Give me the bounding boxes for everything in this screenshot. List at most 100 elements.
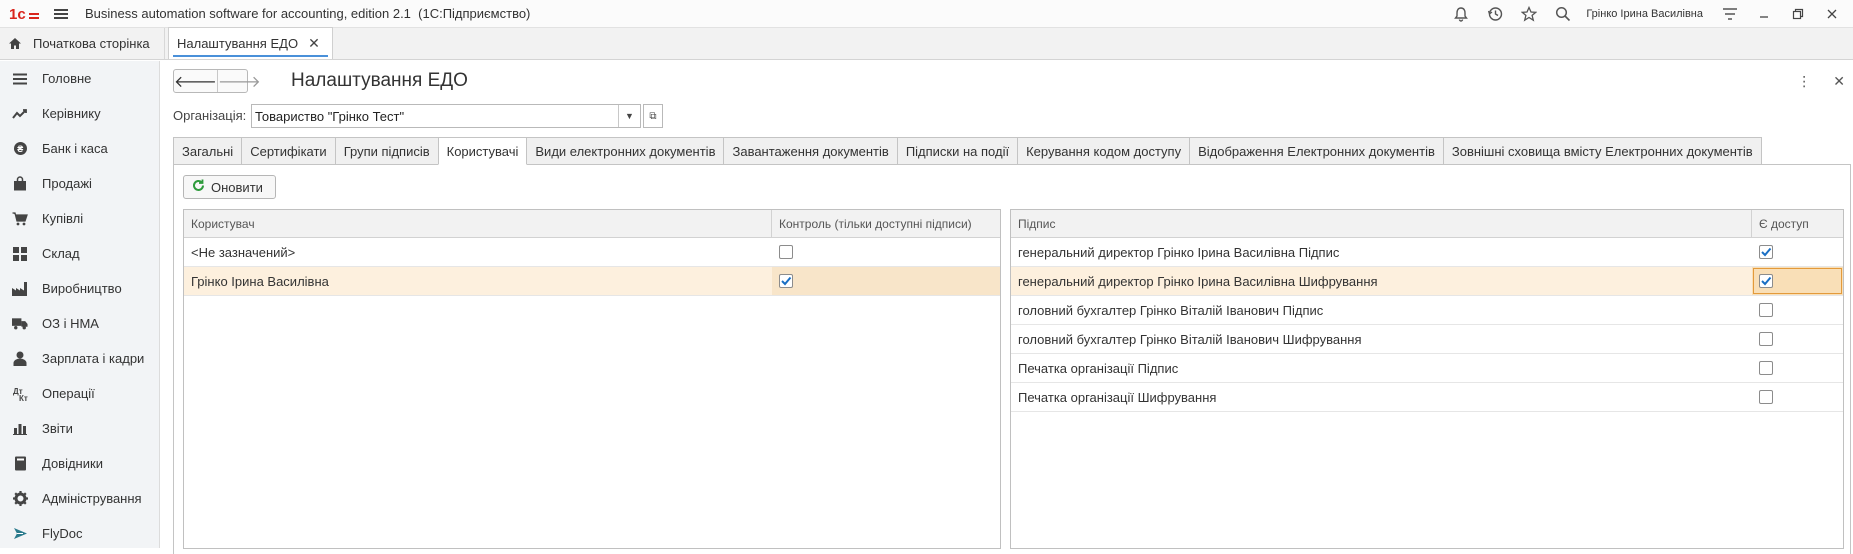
- tab-access-code[interactable]: Керування кодом доступу: [1017, 137, 1191, 165]
- sidebar-item-warehouse[interactable]: Склад: [0, 236, 159, 271]
- page-title: Налаштування ЕДО: [291, 70, 468, 91]
- sidebar-item-label: Зарплата і кадри: [42, 351, 145, 366]
- tab-document-display[interactable]: Відображення Електронних документів: [1189, 137, 1444, 165]
- window-tab-strip: Початкова сторінка Налаштування ЕДО ✕: [0, 27, 1853, 60]
- tab-event-subscriptions[interactable]: Підписки на події: [896, 137, 1019, 165]
- tab-certificates[interactable]: Сертифікати: [241, 137, 336, 165]
- restore-icon[interactable]: [1789, 5, 1807, 23]
- access-cell: [1752, 267, 1843, 295]
- sidebar-item-reports[interactable]: Звіти: [0, 411, 159, 446]
- users-table: Користувач Контроль (тільки доступні під…: [183, 209, 1001, 549]
- signatures-table-header: Підпис Є доступ: [1011, 210, 1843, 238]
- close-form-icon[interactable]: ✕: [1833, 73, 1845, 90]
- refresh-button[interactable]: Оновити: [183, 175, 276, 199]
- table-row[interactable]: Грінко Ірина Василівна: [184, 267, 1000, 296]
- book-icon: [12, 456, 28, 472]
- control-checkbox[interactable]: [779, 245, 793, 259]
- person-icon: [12, 351, 28, 367]
- back-arrow-icon[interactable]: 🡐: [174, 70, 217, 92]
- access-checkbox[interactable]: [1759, 245, 1773, 259]
- table-row[interactable]: головний бухгалтер Грінко Віталій Іванов…: [1011, 325, 1843, 354]
- table-row[interactable]: головний бухгалтер Грінко Віталій Іванов…: [1011, 296, 1843, 325]
- tab-home-label: Початкова сторінка: [33, 36, 150, 51]
- forward-arrow-icon[interactable]: 🡒: [216, 70, 261, 92]
- signature-cell: головний бухгалтер Грінко Віталій Іванов…: [1018, 331, 1362, 347]
- tab-general[interactable]: Загальні: [173, 137, 243, 165]
- table-row[interactable]: Печатка організації Шифрування: [1011, 383, 1843, 412]
- more-actions-icon[interactable]: ⋮: [1797, 73, 1811, 90]
- table-row[interactable]: генеральний директор Грінко Ірина Василі…: [1011, 238, 1843, 267]
- sidebar-item-fixed-assets[interactable]: ОЗ і НМА: [0, 306, 159, 341]
- bell-icon[interactable]: [1452, 5, 1470, 23]
- user-cell: Грінко Ірина Василівна: [191, 273, 329, 289]
- control-cell: [772, 267, 1000, 295]
- access-cell: [1752, 296, 1843, 324]
- close-tab-icon[interactable]: ✕: [308, 35, 320, 52]
- sidebar-item-main[interactable]: Головне: [0, 61, 159, 96]
- settings-menu-icon[interactable]: [1721, 5, 1739, 23]
- sidebar-item-production[interactable]: Виробництво: [0, 271, 159, 306]
- svg-text:1с: 1с: [9, 6, 26, 23]
- history-icon[interactable]: [1486, 5, 1504, 23]
- tab-home[interactable]: Початкова сторінка: [0, 28, 165, 59]
- table-row[interactable]: генеральний директор Грінко Ірина Василі…: [1011, 267, 1843, 296]
- nav-buttons: 🡐 🡒: [173, 69, 261, 93]
- column-user[interactable]: Користувач: [184, 210, 772, 237]
- minimize-icon[interactable]: [1755, 5, 1773, 23]
- 1c-logo-icon[interactable]: 1с: [9, 5, 40, 23]
- sidebar-item-purchases[interactable]: Купівлі: [0, 201, 159, 236]
- favorites-star-icon[interactable]: [1520, 5, 1538, 23]
- refresh-icon: [192, 179, 205, 195]
- sidebar-item-label: Звіти: [42, 421, 73, 436]
- menu-lines-icon: [12, 71, 28, 87]
- main-menu-icon[interactable]: [54, 8, 68, 19]
- sidebar-item-operations[interactable]: Дт Кт Операції: [0, 376, 159, 411]
- bag-icon: [12, 176, 28, 192]
- sidebar-item-label: FlyDoc: [42, 526, 83, 541]
- column-access[interactable]: Є доступ: [1752, 210, 1843, 237]
- cart-icon: [12, 211, 28, 227]
- title-bar: 1с Business automation software for acco…: [0, 0, 1853, 28]
- gear-icon: [12, 491, 28, 507]
- close-window-icon[interactable]: [1823, 5, 1841, 23]
- search-icon[interactable]: [1554, 5, 1572, 23]
- form-tabs: Загальні Сертифікати Групи підписів Кори…: [173, 137, 1762, 165]
- organization-field[interactable]: Товариство "Грінко Тест" ▼: [251, 104, 641, 128]
- home-icon: [8, 37, 22, 50]
- sidebar-item-payroll[interactable]: Зарплата і кадри: [0, 341, 159, 376]
- sidebar-item-manager[interactable]: Керівнику: [0, 96, 159, 131]
- access-checkbox[interactable]: [1759, 361, 1773, 375]
- tab-users[interactable]: Користувачі: [437, 137, 528, 165]
- access-checkbox[interactable]: [1759, 274, 1773, 288]
- sidebar-item-sales[interactable]: Продажі: [0, 166, 159, 201]
- open-organization-icon[interactable]: ⧉: [643, 104, 663, 128]
- chevron-down-icon[interactable]: ▼: [618, 105, 640, 127]
- sidebar-item-label: Склад: [42, 246, 80, 261]
- access-cell: [1752, 325, 1843, 353]
- access-checkbox[interactable]: [1759, 390, 1773, 404]
- truck-icon: [12, 316, 28, 332]
- sidebar-item-bank[interactable]: ₴ Банк і каса: [0, 131, 159, 166]
- control-checkbox[interactable]: [779, 274, 793, 288]
- tab-document-types[interactable]: Види електронних документів: [526, 137, 725, 165]
- sidebar-item-label: ОЗ і НМА: [42, 316, 99, 331]
- column-signature[interactable]: Підпис: [1011, 210, 1752, 237]
- column-control[interactable]: Контроль (тільки доступні підписи): [772, 210, 1000, 237]
- tab-document-loading[interactable]: Завантаження документів: [723, 137, 898, 165]
- users-table-header: Користувач Контроль (тільки доступні під…: [184, 210, 1000, 238]
- access-checkbox[interactable]: [1759, 332, 1773, 346]
- tab-external-storage[interactable]: Зовнішні сховища вмісту Електронних доку…: [1442, 137, 1762, 165]
- current-user[interactable]: Грінко Ірина Василівна: [1586, 8, 1703, 20]
- signatures-table: Підпис Є доступ генеральний директор Грі…: [1010, 209, 1844, 549]
- table-row[interactable]: <Не зазначений>: [184, 238, 1000, 267]
- sidebar-item-flydoc[interactable]: FlyDoc: [0, 516, 159, 551]
- access-cell: [1752, 238, 1843, 266]
- sidebar-item-label: Операції: [42, 386, 95, 401]
- access-checkbox[interactable]: [1759, 303, 1773, 317]
- sidebar-item-directories[interactable]: Довідники: [0, 446, 159, 481]
- tab-edo-settings[interactable]: Налаштування ЕДО ✕: [168, 27, 333, 59]
- sidebar-item-administration[interactable]: Адміністрування: [0, 481, 159, 516]
- tab-signature-groups[interactable]: Групи підписів: [334, 137, 439, 165]
- control-cell: [772, 238, 1000, 266]
- table-row[interactable]: Печатка організації Підпис: [1011, 354, 1843, 383]
